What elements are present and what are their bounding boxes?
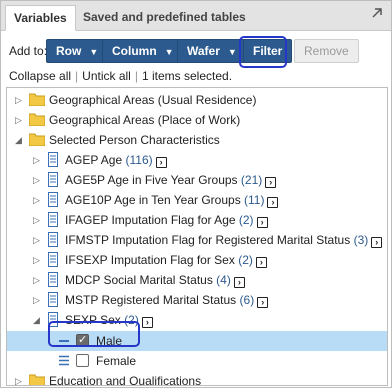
tab-saved-tables[interactable]: Saved and predefined tables (75, 5, 254, 31)
expand-icon[interactable]: ▷ (33, 154, 43, 166)
tree-item-ifagep[interactable]: ▷ IFAGEP Imputation Flag for Age (2) › (7, 210, 387, 230)
expand-icon[interactable]: ▷ (33, 274, 43, 286)
info-icon[interactable]: › (155, 157, 167, 168)
add-row-button[interactable]: Row ▼ (46, 39, 109, 63)
variable-name: AGE10P Age in Ten Year Groups (65, 193, 241, 207)
expand-icon[interactable]: ▷ (15, 375, 25, 385)
tree-item-mstp[interactable]: ▷ MSTP Registered Marital Status (6) › (7, 290, 387, 310)
info-icon[interactable]: › (265, 177, 277, 188)
tree-item-geo-work[interactable]: ▷ Geographical Areas (Place of Work) (7, 110, 387, 130)
untick-all-link[interactable]: Untick all (82, 69, 131, 83)
tab-variables[interactable]: Variables (5, 5, 76, 31)
tree-item-age5p[interactable]: ▷ AGE5P Age in Five Year Groups (21) › (7, 170, 387, 190)
info-icon[interactable]: › (371, 237, 383, 248)
variable-name: MDCP Social Marital Status (65, 273, 213, 287)
separator: | (134, 69, 138, 83)
document-icon (48, 152, 58, 167)
filter-highlight-ring (239, 36, 287, 68)
document-icon (48, 192, 58, 207)
info-icon[interactable]: › (141, 317, 153, 328)
separator: | (75, 69, 79, 83)
tree-item-geo-usual[interactable]: ▷ Geographical Areas (Usual Residence) (7, 90, 387, 110)
tree-item-label: Selected Person Characteristics (49, 133, 220, 147)
chevron-down-icon: ▼ (89, 47, 99, 57)
tree-item-selected-person[interactable]: ◢ Selected Person Characteristics (7, 130, 387, 150)
expand-icon[interactable]: ▷ (33, 214, 43, 226)
tree-item-age10p[interactable]: ▷ AGE10P Age in Ten Year Groups (11) › (7, 190, 387, 210)
document-icon (48, 212, 58, 227)
folder-icon (29, 93, 45, 106)
female-checkbox[interactable] (76, 354, 89, 367)
variable-name: AGE5P Age in Five Year Groups (65, 173, 238, 187)
tree-item-ifmstp[interactable]: ▷ IFMSTP Imputation Flag for Registered … (7, 230, 387, 250)
wafer-button-label: Wafer (187, 44, 220, 58)
folder-icon (29, 113, 45, 126)
collapse-icon[interactable]: ◢ (15, 134, 25, 146)
expand-icon[interactable]: ▷ (33, 174, 43, 186)
expand-icon[interactable]: ▷ (15, 94, 25, 106)
variable-name: IFSEXP Imputation Flag for Sex (65, 253, 235, 267)
expand-icon[interactable]: ▷ (15, 114, 25, 126)
variable-count: (4) (216, 273, 231, 287)
tree-item-ifsexp[interactable]: ▷ IFSEXP Imputation Flag for Sex (2) › (7, 250, 387, 270)
document-icon (48, 292, 58, 307)
chevron-down-icon: ▼ (227, 47, 237, 57)
variable-count: (2) (238, 253, 253, 267)
expand-icon[interactable]: ▷ (33, 194, 43, 206)
variable-count: (11) (244, 193, 265, 207)
folder-icon (29, 133, 45, 146)
variable-count: (2) (238, 213, 254, 227)
variable-count: (6) (239, 293, 255, 307)
info-icon[interactable]: › (256, 217, 268, 228)
row-button-label: Row (56, 44, 82, 58)
chevron-down-icon: ▼ (164, 47, 174, 57)
info-icon[interactable]: › (267, 197, 279, 208)
collapse-all-link[interactable]: Collapse all (9, 69, 71, 83)
male-highlight-ring (48, 321, 140, 347)
category-label: Female (96, 354, 137, 368)
collapse-panel-icon[interactable] (369, 5, 385, 21)
variable-count: (116) (125, 153, 153, 167)
variable-name: AGEP Age (65, 153, 123, 167)
variable-count: (3) (353, 233, 369, 247)
add-column-button[interactable]: Column ▼ (102, 39, 184, 63)
variable-name: MSTP Registered Marital Status (65, 293, 237, 307)
tree-item-label: Geographical Areas (Usual Residence) (49, 93, 257, 107)
variable-count: (21) (240, 173, 263, 187)
tree-item-label: Education and Qualifications (49, 374, 202, 386)
collapse-icon[interactable]: ◢ (33, 314, 43, 326)
document-icon (48, 272, 58, 287)
info-icon[interactable]: › (257, 297, 269, 308)
tree-item-label: Geographical Areas (Place of Work) (49, 113, 241, 127)
variable-name: IFMSTP Imputation Flag for Registered Ma… (65, 233, 351, 247)
lines-icon (59, 355, 69, 366)
add-wafer-button[interactable]: Wafer ▼ (177, 39, 247, 63)
remove-button[interactable]: Remove (294, 39, 359, 63)
document-icon (48, 252, 58, 267)
variables-panel: Variables Saved and predefined tables Ad… (0, 0, 392, 388)
variable-name: IFAGEP Imputation Flag for Age (65, 213, 236, 227)
tab-bar: Variables Saved and predefined tables (1, 1, 391, 31)
document-icon (48, 172, 58, 187)
info-icon[interactable]: › (233, 277, 245, 288)
info-icon[interactable]: › (255, 257, 267, 268)
tree-item-education[interactable]: ▷ Education and Qualifications (7, 371, 387, 386)
document-icon (48, 232, 58, 247)
tree-item-agep[interactable]: ▷ AGEP Age (116) › (7, 150, 387, 170)
folder-icon (29, 374, 45, 385)
tree-item-mdcp[interactable]: ▷ MDCP Social Marital Status (4) › (7, 270, 387, 290)
expand-icon[interactable]: ▷ (33, 234, 43, 246)
expand-icon[interactable]: ▷ (33, 254, 43, 266)
tree-item-female[interactable]: Female (7, 351, 387, 371)
tree-actions: Collapse all | Untick all | 1 items selected… (9, 69, 232, 83)
column-button-label: Column (112, 44, 157, 58)
expand-icon[interactable]: ▷ (33, 294, 43, 306)
selected-count-status: 1 items selected. (141, 69, 233, 83)
add-to-label: Add to: (9, 44, 48, 58)
